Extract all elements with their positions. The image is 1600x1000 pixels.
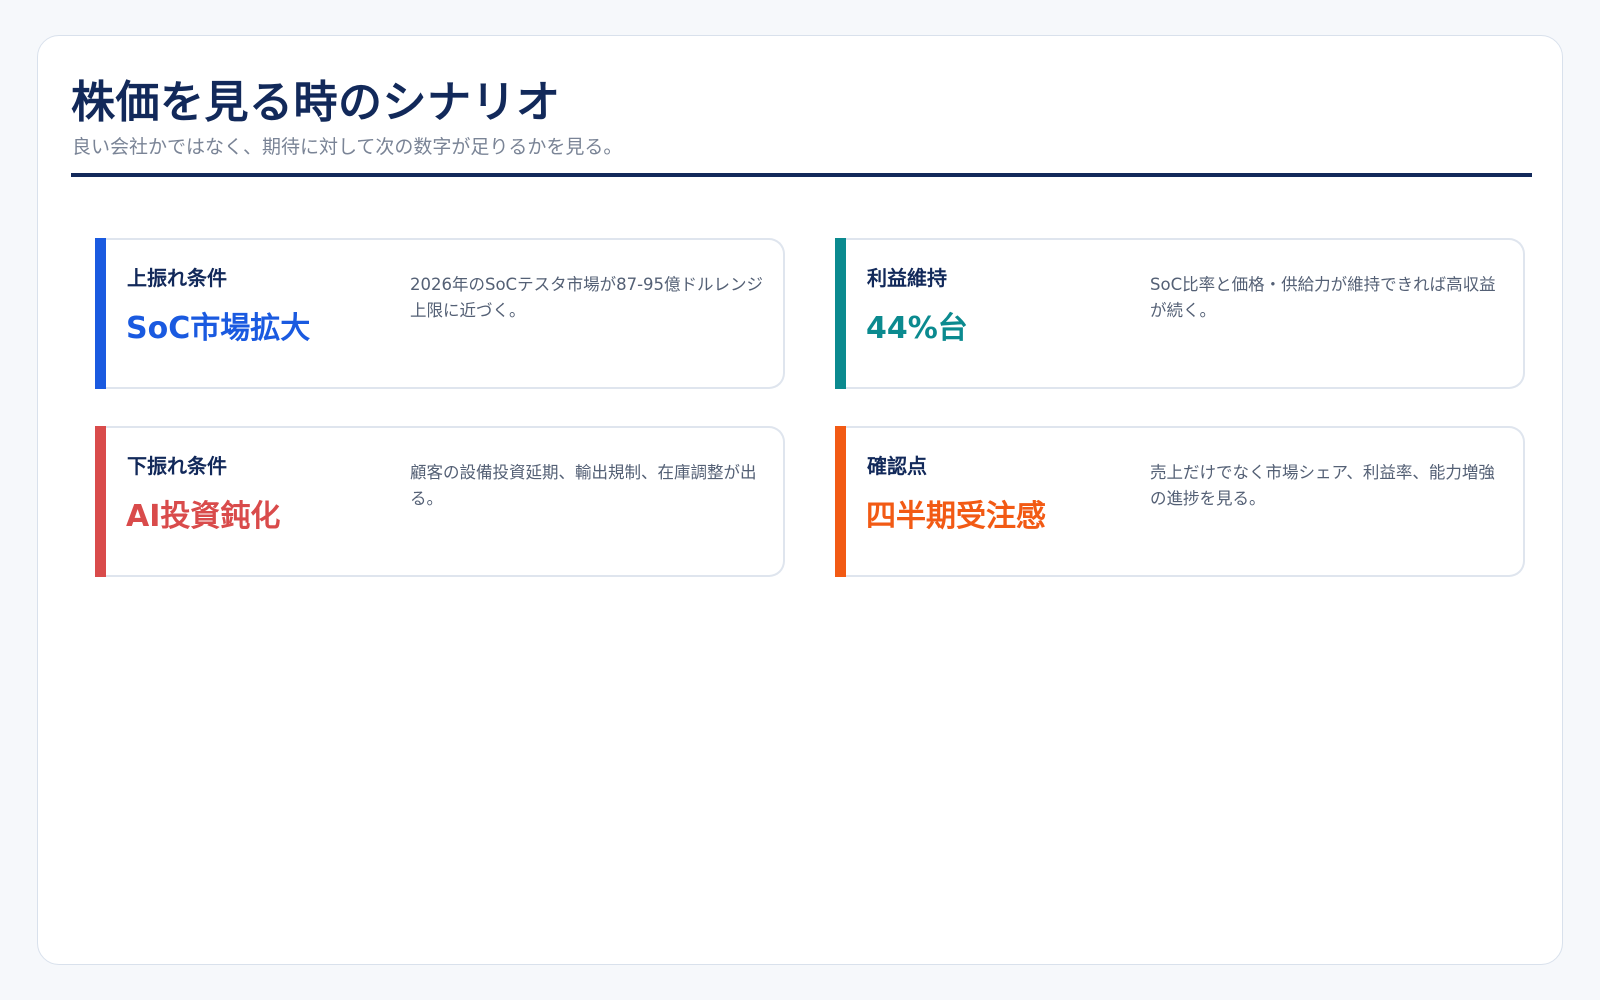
card-label: 確認点 bbox=[867, 454, 927, 478]
scenario-card-downside: 下振れ条件 AI投資鈍化 顧客の設備投資延期、輸出規制、在庫調整が出る。 bbox=[95, 426, 785, 577]
card-label: 利益維持 bbox=[867, 266, 947, 290]
scenario-card-margin: 利益維持 44%台 SoC比率と価格・供給力が維持できれば高収益が続く。 bbox=[835, 238, 1525, 389]
card-accent-bar bbox=[835, 238, 846, 389]
card-accent-bar bbox=[95, 426, 106, 577]
card-label: 下振れ条件 bbox=[127, 454, 227, 478]
page-subtitle: 良い会社かではなく、期待に対して次の数字が足りるかを見る。 bbox=[72, 136, 623, 158]
card-accent-bar bbox=[835, 426, 846, 577]
card-value: AI投資鈍化 bbox=[126, 499, 281, 534]
card-label: 上振れ条件 bbox=[127, 266, 227, 290]
card-value: 44%台 bbox=[866, 311, 968, 346]
scenario-card-checkpoint: 確認点 四半期受注感 売上だけでなく市場シェア、利益率、能力増強の進捗を見る。 bbox=[835, 426, 1525, 577]
card-description: SoC比率と価格・供給力が維持できれば高収益が続く。 bbox=[1150, 275, 1496, 320]
card-value: 四半期受注感 bbox=[866, 499, 1046, 534]
card-description: 売上だけでなく市場シェア、利益率、能力増強の進捗を見る。 bbox=[1150, 463, 1495, 508]
scenario-panel: 株価を見る時のシナリオ 良い会社かではなく、期待に対して次の数字が足りるかを見る… bbox=[37, 35, 1563, 965]
page-title: 株価を見る時のシナリオ bbox=[71, 77, 561, 128]
title-divider bbox=[71, 173, 1532, 177]
scenario-card-upside: 上振れ条件 SoC市場拡大 2026年のSoCテスタ市場が87-95億ドルレンジ… bbox=[95, 238, 785, 389]
card-accent-bar bbox=[95, 238, 106, 389]
card-description: 2026年のSoCテスタ市場が87-95億ドルレンジ上限に近づく。 bbox=[410, 275, 764, 320]
card-description: 顧客の設備投資延期、輸出規制、在庫調整が出る。 bbox=[410, 463, 757, 508]
card-value: SoC市場拡大 bbox=[126, 311, 311, 346]
